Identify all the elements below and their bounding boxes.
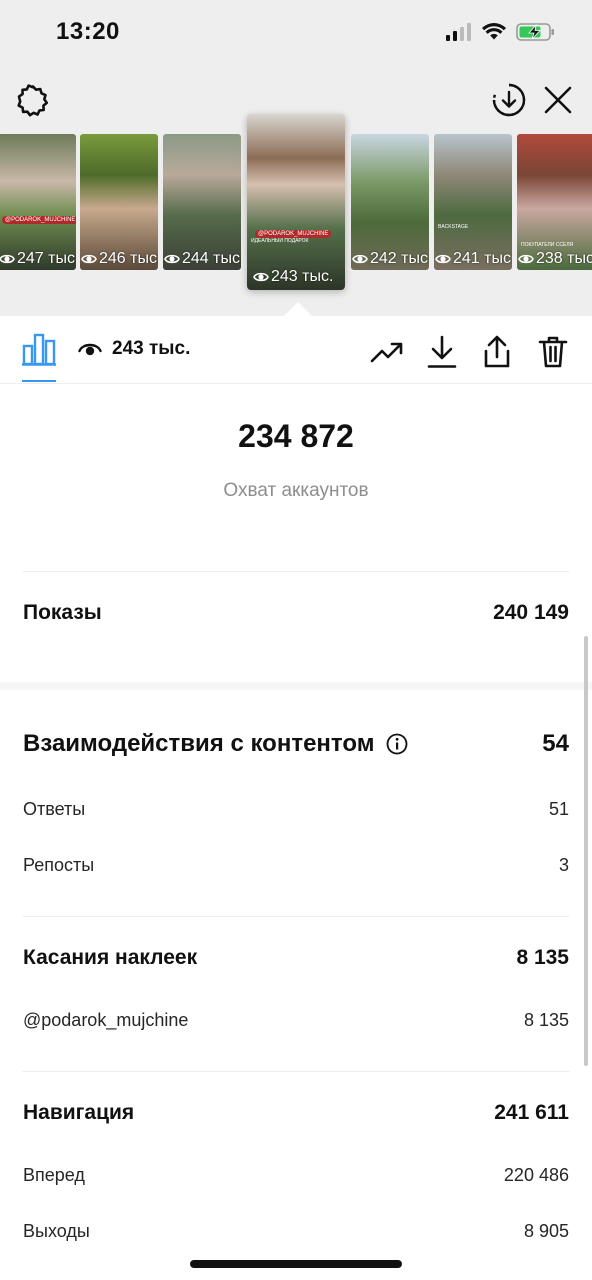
download-icon (427, 335, 457, 368)
mention-label: @podarok_mujchine (23, 1010, 189, 1030)
eye-icon (518, 254, 534, 264)
eye-icon (164, 254, 180, 264)
story-caption: ИДЕАЛЬНЫЙ ПОДАРОК (251, 238, 309, 244)
save-all-button[interactable] (489, 80, 529, 120)
forward-label: Вперед (23, 1165, 85, 1185)
status-time: 13:20 (56, 18, 120, 45)
divider (22, 571, 570, 572)
home-indicator[interactable] (190, 1260, 402, 1268)
replies-value: 51 (548, 799, 569, 819)
insights-action-bar: 243 тыс. (0, 316, 592, 384)
eye-icon (0, 254, 15, 264)
mention-value: 8 135 (523, 1010, 569, 1030)
sticker-taps-label: Касания наклеек (23, 946, 198, 969)
close-icon (544, 86, 572, 114)
reposts-value: 3 (558, 855, 569, 875)
navigation-value: 241 611 (494, 1101, 569, 1124)
story-views: 238 тыс. (518, 250, 592, 268)
story-thumbnail[interactable]: ПОКУПАТЕЛИ ССЕЛЯ 238 тыс. (517, 134, 592, 270)
story-views: 247 тыс. (0, 250, 76, 268)
scrollbar[interactable] (584, 636, 588, 1066)
share-icon (484, 335, 510, 368)
interactions-value: 54 (542, 730, 569, 757)
accounts-reached-label: Охват аккаунтов (223, 480, 369, 501)
eye-icon (352, 254, 368, 264)
story-caption: ПОКУПАТЕЛИ ССЕЛЯ (521, 242, 574, 248)
exits-value: 8 905 (523, 1221, 569, 1241)
battery-charging-icon (516, 23, 554, 41)
active-tab-indicator (22, 380, 56, 382)
eye-icon (435, 254, 451, 264)
bar-chart-icon (22, 333, 56, 366)
close-button[interactable] (538, 80, 578, 120)
interactions-label-wrap: Взаимодействия с контентом (23, 730, 408, 758)
impressions-value: 240 149 (493, 601, 569, 624)
eye-icon (253, 272, 269, 282)
navigation-label: Навигация (23, 1101, 135, 1124)
story-views: 243 тыс. (253, 268, 333, 286)
metric-row-forward: Вперед 220 486 (23, 1165, 569, 1186)
promote-button[interactable] (369, 334, 405, 370)
impressions-label: Показы (23, 601, 102, 624)
signal-icon (446, 23, 471, 41)
exits-label: Выходы (23, 1221, 90, 1241)
top-area: 13:20 @PODAROK_MUJCHINE 247 тыс. 246 тыс… (0, 0, 592, 316)
trash-icon (538, 336, 568, 368)
reposts-label: Репосты (23, 855, 95, 875)
story-thumbnail[interactable]: 246 тыс. (80, 134, 158, 270)
forward-value: 220 486 (503, 1165, 569, 1185)
story-thumbnail[interactable]: 242 тыс. (351, 134, 429, 270)
replies-label: Ответы (23, 799, 86, 819)
impressions-row: Показы 240 149 (23, 601, 569, 625)
story-thumbnail[interactable]: @PODAROK_MUJCHINE 247 тыс. (0, 134, 76, 270)
download-button[interactable] (424, 334, 460, 370)
divider (22, 916, 570, 917)
metric-row-exits: Выходы 8 905 (23, 1221, 569, 1242)
story-views: 241 тыс. (435, 250, 512, 268)
trend-up-icon (370, 342, 403, 363)
views-summary: 243 тыс. (78, 338, 190, 360)
interactions-header: Взаимодействия с контентом 54 (23, 730, 569, 758)
sticker-taps-value: 8 135 (516, 946, 569, 969)
info-icon[interactable] (386, 733, 408, 755)
story-views: 244 тыс. (164, 250, 241, 268)
interactions-label: Взаимодействия с контентом (23, 730, 375, 757)
delete-button[interactable] (535, 334, 571, 370)
story-tag: @PODAROK_MUJCHINE (2, 216, 76, 224)
gear-icon (17, 84, 49, 117)
insights-tab[interactable] (22, 332, 56, 370)
section-band (0, 682, 592, 690)
metric-row-replies: Ответы 51 (23, 799, 569, 820)
divider (22, 1071, 570, 1072)
views-count: 243 тыс. (112, 338, 191, 359)
story-tag: @PODAROK_MUJCHINE (255, 230, 332, 238)
settings-button[interactable] (13, 80, 53, 120)
story-thumbnail-selected[interactable]: ИДЕАЛЬНЫЙ ПОДАРОК @PODAROK_MUJCHINE 243 … (247, 114, 345, 290)
download-circle-icon (492, 83, 526, 117)
eye-icon (81, 254, 97, 264)
story-caption: BACKSTAGE (438, 224, 469, 230)
story-views: 246 тыс. (81, 250, 158, 268)
metric-row-reposts: Репосты 3 (23, 855, 569, 876)
wifi-icon (482, 23, 506, 40)
story-views: 242 тыс. (352, 250, 429, 268)
selected-story-pointer (284, 302, 312, 316)
status-bar: 13:20 (0, 0, 592, 68)
share-button[interactable] (479, 334, 515, 370)
story-thumbnail[interactable]: 244 тыс. (163, 134, 241, 270)
accounts-reached-value: 234 872 (238, 418, 354, 454)
stories-strip[interactable]: @PODAROK_MUJCHINE 247 тыс. 246 тыс. 244 … (0, 114, 592, 290)
story-thumbnail[interactable]: BACKSTAGE 241 тыс. (434, 134, 512, 270)
metric-row-mention: @podarok_mujchine 8 135 (23, 1010, 569, 1031)
navigation-header: Навигация 241 611 (23, 1101, 569, 1125)
status-icons (446, 22, 556, 42)
eye-icon (78, 343, 102, 356)
sticker-taps-header: Касания наклеек 8 135 (23, 946, 569, 970)
